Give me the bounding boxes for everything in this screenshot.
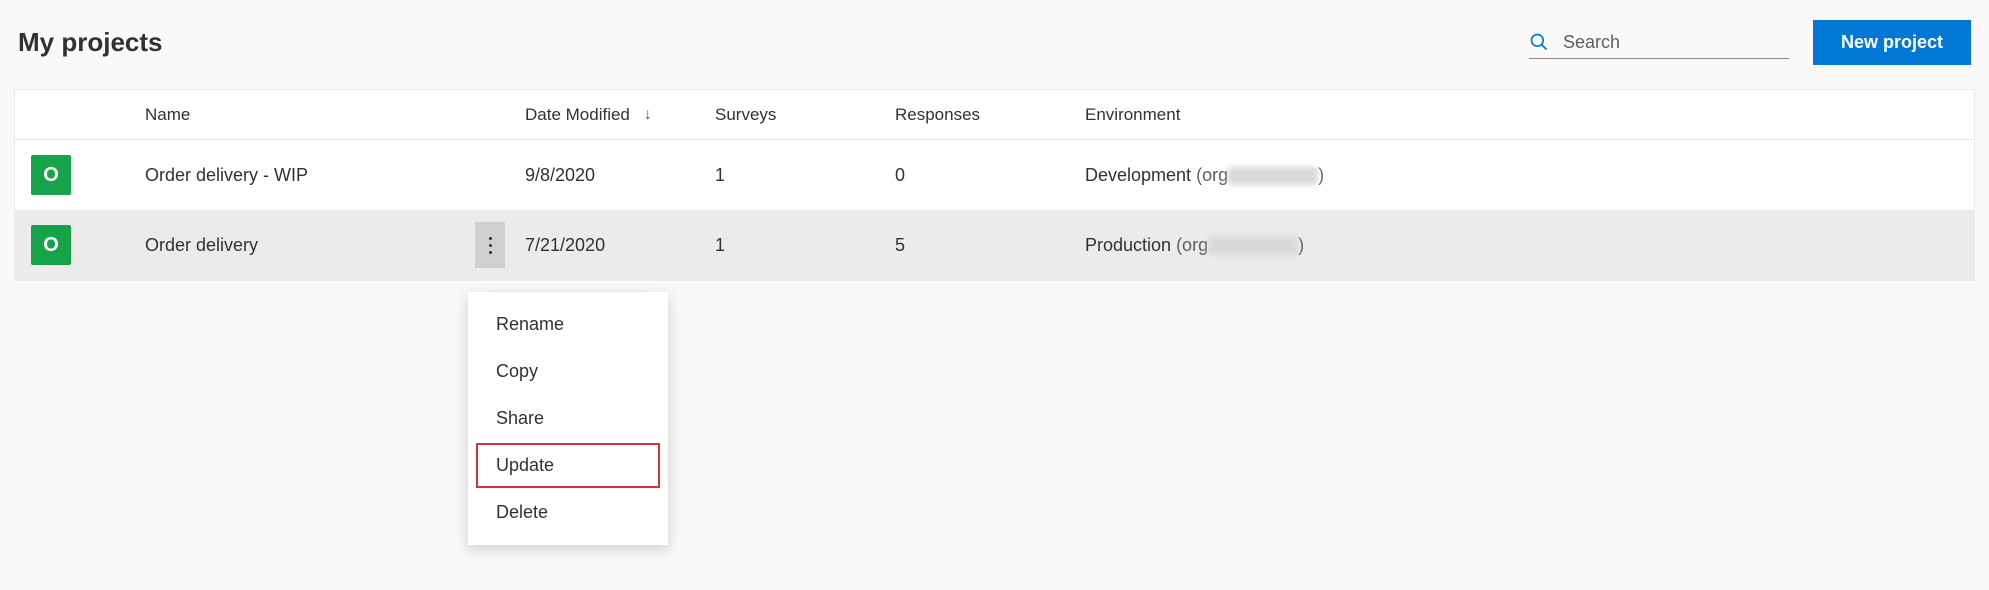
menu-item-rename[interactable]: Rename [476, 302, 660, 347]
menu-item-update[interactable]: Update [476, 443, 660, 488]
date-modified: 9/8/2020 [525, 165, 715, 186]
table-header: Name Date Modified ↓ Surveys Responses E… [15, 90, 1974, 140]
redacted-org [1228, 167, 1318, 185]
project-name: Order delivery [145, 235, 258, 256]
surveys-count: 1 [715, 235, 895, 256]
project-name: Order delivery - WIP [145, 165, 308, 186]
more-vertical-icon [489, 237, 492, 254]
menu-item-copy[interactable]: Copy [476, 349, 660, 394]
environment: Development (org) [1085, 165, 1974, 186]
redacted-org [1208, 237, 1298, 255]
search-input[interactable] [1561, 31, 1789, 54]
context-menu: Rename Copy Share Update Delete [468, 292, 668, 545]
new-project-button[interactable]: New project [1813, 20, 1971, 65]
sort-down-icon: ↓ [644, 106, 652, 124]
col-environment[interactable]: Environment [1085, 105, 1974, 125]
col-surveys[interactable]: Surveys [715, 105, 895, 125]
menu-item-share[interactable]: Share [476, 396, 660, 441]
search-box[interactable] [1529, 27, 1789, 59]
page-title: My projects [18, 27, 163, 58]
surveys-count: 1 [715, 165, 895, 186]
table-row[interactable]: O Order delivery 7/21/2020 1 5 Productio… [15, 210, 1974, 280]
col-date-modified-label: Date Modified [525, 105, 630, 125]
responses-count: 5 [895, 235, 1085, 256]
menu-item-delete[interactable]: Delete [476, 490, 660, 535]
responses-count: 0 [895, 165, 1085, 186]
project-badge: O [31, 155, 71, 195]
projects-table: Name Date Modified ↓ Surveys Responses E… [14, 89, 1975, 281]
more-actions-button[interactable] [475, 222, 505, 268]
col-responses[interactable]: Responses [895, 105, 1085, 125]
col-name[interactable]: Name [145, 105, 525, 125]
table-row[interactable]: O Order delivery - WIP 9/8/2020 1 0 Deve… [15, 140, 1974, 210]
search-icon [1529, 32, 1549, 52]
date-modified: 7/21/2020 [525, 235, 715, 256]
environment: Production (org) [1085, 235, 1974, 256]
col-date-modified[interactable]: Date Modified ↓ [525, 105, 715, 125]
project-badge: O [31, 225, 71, 265]
